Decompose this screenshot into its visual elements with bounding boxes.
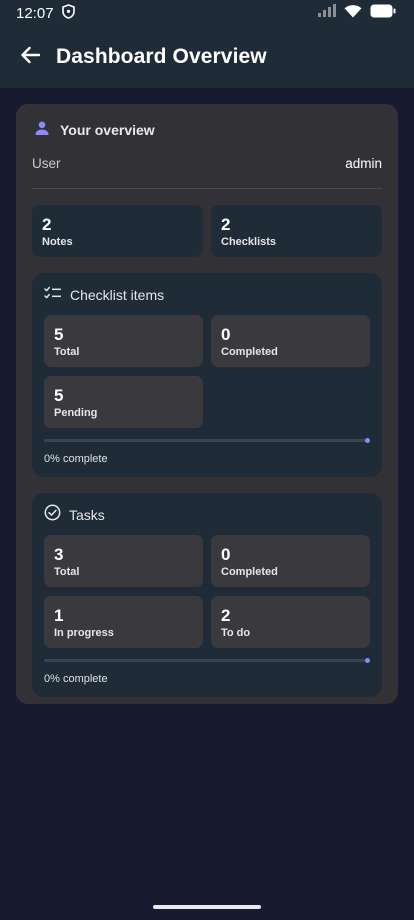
- tasks-completed-stat[interactable]: 0 Completed: [211, 535, 370, 587]
- arrow-left-icon: [20, 46, 41, 69]
- stat-label: Total: [54, 565, 80, 578]
- overview-card: Your overview User admin 2 Notes 2 Check…: [16, 104, 398, 704]
- tasks-total-stat[interactable]: 3 Total: [44, 535, 203, 587]
- checklist-completed-stat[interactable]: 0 Completed: [211, 315, 370, 367]
- divider: [32, 188, 382, 189]
- stat-label: In progress: [54, 626, 114, 639]
- user-label: User: [32, 155, 61, 171]
- section-header: Checklist items: [44, 285, 370, 305]
- status-time: 12:07: [16, 4, 54, 22]
- checklists-stat[interactable]: 2 Checklists: [211, 205, 382, 257]
- notes-stat[interactable]: 2 Notes: [32, 205, 203, 257]
- stat-label: Pending: [54, 406, 98, 419]
- overview-title: Your overview: [60, 122, 155, 138]
- shield-icon: [61, 3, 75, 23]
- user-value: admin: [345, 155, 382, 171]
- signal-icon: [318, 4, 336, 22]
- checklist-items-section: Checklist items 5 Total 0 Completed 5 Pe…: [32, 273, 382, 477]
- checklist-progress-bar: [44, 438, 370, 443]
- tasks-progress-bar: [44, 658, 370, 663]
- progress-end-dot: [365, 658, 370, 663]
- battery-icon: [370, 4, 396, 23]
- person-icon: [34, 120, 50, 141]
- overview-stats: 2 Notes 2 Checklists: [32, 205, 382, 257]
- page-title: Dashboard Overview: [56, 45, 267, 68]
- stat-label: Checklists: [221, 235, 277, 248]
- tasks-stats-grid: 3 Total 0 Completed 1 In progress 2 To d…: [44, 535, 370, 648]
- home-indicator[interactable]: [153, 905, 261, 909]
- stat-label: Completed: [221, 345, 278, 358]
- stat-value: 0: [221, 544, 231, 564]
- tasks-in-progress-stat[interactable]: 1 In progress: [44, 596, 203, 648]
- checklist-icon: [44, 286, 62, 305]
- check-circle-icon: [44, 504, 61, 526]
- section-title: Tasks: [69, 507, 105, 523]
- checklist-progress-text: 0% complete: [44, 453, 108, 465]
- stat-value: 5: [54, 385, 64, 405]
- section-title: Checklist items: [70, 287, 165, 303]
- wifi-icon: [344, 4, 362, 23]
- user-row: User admin: [32, 150, 382, 176]
- tasks-section: Tasks 3 Total 0 Completed 1 In progress …: [32, 493, 382, 697]
- status-right: [318, 4, 396, 23]
- overview-header: Your overview: [32, 120, 382, 140]
- back-button[interactable]: [16, 43, 44, 71]
- stat-label: Notes: [42, 235, 73, 248]
- app-bar: Dashboard Overview: [0, 26, 414, 88]
- stat-value: 2: [221, 605, 231, 625]
- stat-value: 2: [42, 214, 52, 234]
- status-left: 12:07: [16, 3, 75, 23]
- stat-label: Total: [54, 345, 80, 358]
- tasks-progress-text: 0% complete: [44, 673, 108, 685]
- checklist-stats-grid: 5 Total 0 Completed 5 Pending: [44, 315, 370, 428]
- stat-label: To do: [221, 626, 251, 639]
- section-header: Tasks: [44, 504, 370, 526]
- status-bar: 12:07: [0, 0, 414, 26]
- checklist-total-stat[interactable]: 5 Total: [44, 315, 203, 367]
- stat-value: 1: [54, 605, 64, 625]
- stat-label: Completed: [221, 565, 278, 578]
- tasks-to-do-stat[interactable]: 2 To do: [211, 596, 370, 648]
- progress-end-dot: [365, 438, 370, 443]
- stat-value: 2: [221, 214, 231, 234]
- checklist-pending-stat[interactable]: 5 Pending: [44, 376, 203, 428]
- stat-value: 0: [221, 324, 231, 344]
- stat-value: 3: [54, 544, 64, 564]
- stat-value: 5: [54, 324, 64, 344]
